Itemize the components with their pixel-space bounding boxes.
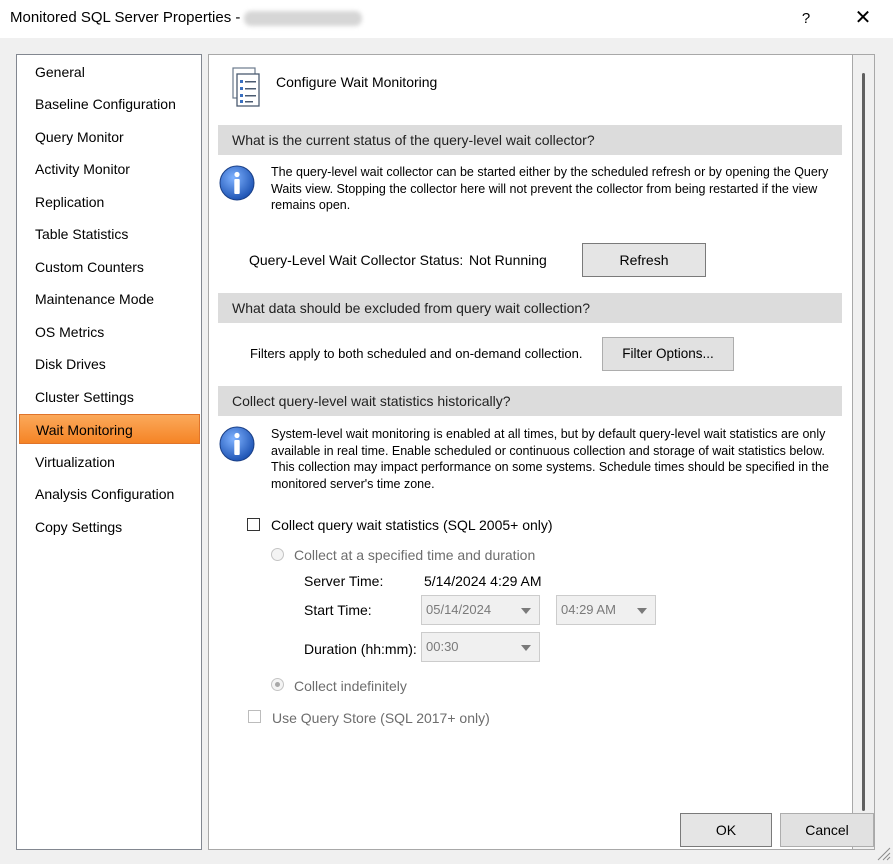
page-title: Configure Wait Monitoring [276, 74, 438, 90]
info-icon [219, 426, 255, 462]
history-section-header: Collect query-level wait statistics hist… [218, 386, 842, 416]
start-time-value: 04:29 AM [561, 602, 616, 617]
query-store-checkbox[interactable] [248, 710, 261, 723]
collect-wait-stats-label[interactable]: Collect query wait statistics (SQL 2005+… [271, 517, 553, 533]
server-time-label: Server Time: [304, 573, 384, 589]
help-button[interactable]: ? [792, 0, 820, 38]
nav-item-analysis-configuration[interactable]: Analysis Configuration [19, 479, 200, 509]
nav-item-cluster-settings[interactable]: Cluster Settings [19, 382, 200, 412]
collector-status-label: Query-Level Wait Collector Status: [249, 252, 464, 268]
refresh-button[interactable]: Refresh [582, 243, 706, 277]
close-button[interactable]: ✕ [846, 0, 880, 38]
nav-item-custom-counters[interactable]: Custom Counters [19, 252, 200, 282]
duration-value: 00:30 [426, 639, 459, 654]
start-date-value: 05/14/2024 [426, 602, 492, 617]
duration-select[interactable]: 00:30 [421, 632, 540, 662]
server-name-redacted [244, 11, 362, 26]
query-store-label[interactable]: Use Query Store (SQL 2017+ only) [272, 710, 490, 726]
nav-item-virtualization[interactable]: Virtualization [19, 447, 200, 477]
collector-status-value: Not Running [469, 252, 547, 268]
server-time-value: 5/14/2024 4:29 AM [424, 573, 542, 589]
filter-options-button[interactable]: Filter Options... [602, 337, 734, 371]
nav-item-disk-drives[interactable]: Disk Drives [19, 349, 200, 379]
start-time-label: Start Time: [304, 602, 372, 618]
exclude-section-header: What data should be excluded from query … [218, 293, 842, 323]
nav-item-os-metrics[interactable]: OS Metrics [19, 317, 200, 347]
nav-item-general[interactable]: General [19, 57, 200, 87]
start-time-select[interactable]: 04:29 AM [556, 595, 656, 625]
vertical-scrollbar[interactable] [853, 54, 875, 850]
resize-grip-icon[interactable] [872, 842, 892, 862]
ok-button[interactable]: OK [680, 813, 772, 847]
collect-indefinitely-radio[interactable] [271, 678, 284, 691]
title-bar: Monitored SQL Server Properties - ? ✕ [0, 0, 893, 38]
collect-specified-time-radio[interactable] [271, 548, 284, 561]
collect-specified-time-label[interactable]: Collect at a specified time and duration [294, 547, 535, 563]
duration-label: Duration (hh:mm): [304, 641, 417, 657]
document-list-icon [232, 67, 260, 107]
nav-item-table-statistics[interactable]: Table Statistics [19, 219, 200, 249]
start-date-select[interactable]: 05/14/2024 [421, 595, 540, 625]
nav-item-maintenance-mode[interactable]: Maintenance Mode [19, 284, 200, 314]
cancel-button[interactable]: Cancel [780, 813, 874, 847]
status-section-header: What is the current status of the query-… [218, 125, 842, 155]
chevron-down-icon [521, 608, 531, 614]
info-icon [219, 165, 255, 201]
collect-wait-stats-checkbox[interactable] [247, 518, 260, 531]
filter-description: Filters apply to both scheduled and on-d… [250, 346, 583, 361]
collect-indefinitely-label[interactable]: Collect indefinitely [294, 678, 407, 694]
nav-item-wait-monitoring[interactable]: Wait Monitoring [19, 414, 200, 444]
status-info-text: The query-level wait collector can be st… [271, 165, 829, 212]
scrollbar-thumb[interactable] [862, 73, 865, 811]
window-title: Monitored SQL Server Properties - [10, 9, 241, 26]
settings-nav-list: General Baseline Configuration Query Mon… [16, 54, 202, 850]
nav-item-baseline-configuration[interactable]: Baseline Configuration [19, 89, 200, 119]
chevron-down-icon [637, 608, 647, 614]
history-info-text: System-level wait monitoring is enabled … [271, 427, 829, 491]
nav-item-copy-settings[interactable]: Copy Settings [19, 512, 200, 542]
nav-item-replication[interactable]: Replication [19, 187, 200, 217]
nav-item-activity-monitor[interactable]: Activity Monitor [19, 154, 200, 184]
chevron-down-icon [521, 645, 531, 651]
nav-item-query-monitor[interactable]: Query Monitor [19, 122, 200, 152]
